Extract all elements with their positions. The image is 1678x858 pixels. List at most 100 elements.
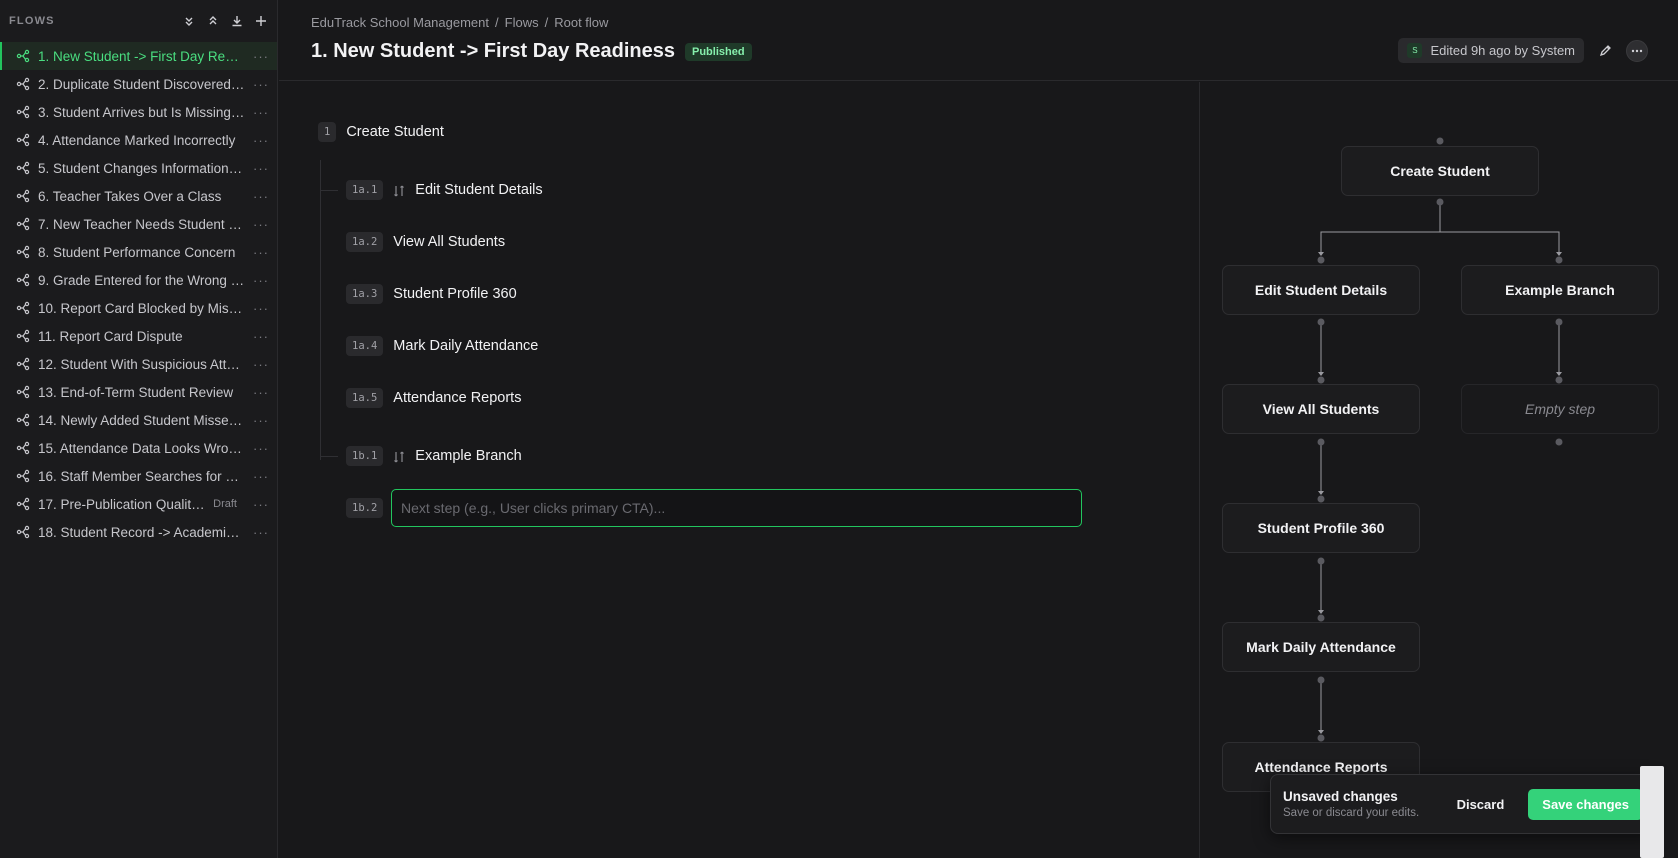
flow-item-label: 12. Student With Suspicious Attendance [38, 356, 245, 372]
page-title: 1. New Student -> First Day Readiness [311, 40, 675, 62]
arrowhead [1318, 491, 1324, 495]
connector-dot [1317, 495, 1325, 503]
sidebar-flow-item[interactable]: 18. Student Record -> Academic History ··… [0, 518, 277, 546]
sidebar-flow-item[interactable]: 6. Teacher Takes Over a Class ··· [0, 182, 277, 210]
flow-canvas[interactable]: Create Student Edit Student Details Exam… [1201, 82, 1678, 858]
sidebar-flow-item[interactable]: 3. Student Arrives but Is Missing From S… [0, 98, 277, 126]
step-1b-1[interactable]: 1b.1 Example Branch [346, 446, 522, 466]
sidebar-flow-item[interactable]: 14. Newly Added Student Missed Attendanc… [0, 406, 277, 434]
add-flow-icon[interactable] [254, 14, 268, 28]
unsaved-changes-toast: Unsaved changes Save or discard your edi… [1270, 774, 1656, 834]
step-root[interactable]: 1 Create Student [318, 122, 444, 142]
more-icon[interactable]: ··· [253, 525, 269, 540]
step-1a-2[interactable]: 1a.2 View All Students [346, 232, 505, 252]
more-icon[interactable]: ··· [253, 329, 269, 344]
flow-item-label: 7. New Teacher Needs Student Context [38, 216, 245, 232]
node-example-branch[interactable]: Example Branch [1461, 265, 1659, 315]
flow-icon [16, 301, 30, 315]
node-empty-step[interactable]: Empty step [1461, 384, 1659, 434]
connector-dot [1317, 318, 1325, 326]
flow-icon [16, 441, 30, 455]
sidebar-flow-item[interactable]: 10. Report Card Blocked by Missing Data ·… [0, 294, 277, 322]
more-icon[interactable]: ··· [253, 189, 269, 204]
flow-item-label: 11. Report Card Dispute [38, 328, 183, 344]
more-icon[interactable]: ··· [253, 441, 269, 456]
status-badge: Published [685, 42, 752, 61]
edit-pencil-icon[interactable] [1594, 40, 1616, 62]
sidebar-flow-item[interactable]: 2. Duplicate Student Discovered Later ··· [0, 70, 277, 98]
breadcrumb-sep: / [495, 15, 499, 30]
sidebar-flow-item[interactable]: 7. New Teacher Needs Student Context ··· [0, 210, 277, 238]
step-1a-1[interactable]: 1a.1 Edit Student Details [346, 180, 543, 200]
more-icon[interactable]: ··· [253, 301, 269, 316]
collapse-all-icon[interactable] [182, 14, 196, 28]
step-number: 1b.1 [346, 446, 384, 466]
breadcrumb-project[interactable]: EduTrack School Management [311, 15, 489, 30]
more-icon[interactable]: ··· [253, 357, 269, 372]
more-icon[interactable]: ··· [253, 273, 269, 288]
more-icon[interactable]: ··· [253, 133, 269, 148]
flow-item-label: 3. Student Arrives but Is Missing From S… [38, 104, 245, 120]
step-number: 1a.5 [346, 388, 384, 408]
breadcrumb-root-flow[interactable]: Root flow [554, 15, 608, 30]
more-icon[interactable]: ··· [253, 217, 269, 232]
connector-dot [1317, 614, 1325, 622]
breadcrumb-sep: / [544, 15, 549, 30]
sidebar-flow-item[interactable]: 15. Attendance Data Looks Wrong in Repor… [0, 434, 277, 462]
sidebar-header: FLOWS [0, 0, 277, 42]
flow-icon [16, 525, 30, 539]
connector-dot [1317, 676, 1325, 684]
node-view-all-students[interactable]: View All Students [1222, 384, 1420, 434]
connector-dot [1436, 137, 1444, 145]
more-icon[interactable]: ··· [253, 385, 269, 400]
more-icon[interactable]: ··· [253, 497, 269, 512]
step-1a-3[interactable]: 1a.3 Student Profile 360 [346, 284, 517, 304]
sidebar-flow-item[interactable]: 12. Student With Suspicious Attendance ··… [0, 350, 277, 378]
sidebar-flow-item[interactable]: 11. Report Card Dispute ··· [0, 322, 277, 350]
next-step-input[interactable] [391, 489, 1082, 527]
flow-icon [16, 105, 30, 119]
more-icon[interactable]: ··· [253, 105, 269, 120]
node-mark-daily-attendance[interactable]: Mark Daily Attendance [1222, 622, 1420, 672]
sidebar-flow-item[interactable]: 5. Student Changes Information Mid-Term ·… [0, 154, 277, 182]
sidebar-flow-item[interactable]: 4. Attendance Marked Incorrectly ··· [0, 126, 277, 154]
more-icon[interactable]: ··· [253, 49, 269, 64]
flow-icon [16, 273, 30, 287]
tree-branch-line [320, 190, 338, 191]
flow-item-label: 15. Attendance Data Looks Wrong in Repor… [38, 440, 245, 456]
sidebar-flow-item[interactable]: 9. Grade Entered for the Wrong Student ··… [0, 266, 277, 294]
node-student-profile-360[interactable]: Student Profile 360 [1222, 503, 1420, 553]
arrowhead [1318, 252, 1324, 256]
more-icon[interactable]: ··· [253, 413, 269, 428]
branch-icon [393, 450, 405, 463]
download-icon[interactable] [230, 14, 244, 28]
more-icon[interactable]: ··· [253, 469, 269, 484]
sidebar-flow-item[interactable]: 8. Student Performance Concern ··· [0, 238, 277, 266]
sidebar-flow-item[interactable]: 17. Pre-Publication Quality Check Draft ··… [0, 490, 277, 518]
flows-sidebar: FLOWS 1. New Student -> First Day Readin… [0, 0, 278, 858]
sidebar-flow-item[interactable]: 13. End-of-Term Student Review ··· [0, 378, 277, 406]
connector-dot [1555, 256, 1563, 264]
more-icon[interactable]: ··· [253, 245, 269, 260]
tree-line [320, 160, 321, 460]
draft-badge: Draft [213, 498, 237, 510]
discard-button[interactable]: Discard [1445, 789, 1517, 820]
flow-item-label: 16. Staff Member Searches for a Student [38, 468, 245, 484]
step-1a-5[interactable]: 1a.5 Attendance Reports [346, 388, 521, 408]
connector-dot [1317, 557, 1325, 565]
expand-all-icon[interactable] [206, 14, 220, 28]
step-1a-4[interactable]: 1a.4 Mark Daily Attendance [346, 336, 538, 356]
node-edit-student-details[interactable]: Edit Student Details [1222, 265, 1420, 315]
flow-icon [16, 385, 30, 399]
sidebar-flow-item[interactable]: 1. New Student -> First Day Readiness ··· [0, 42, 277, 70]
more-icon[interactable]: ··· [253, 77, 269, 92]
more-options-icon[interactable] [1626, 39, 1648, 62]
node-create-student[interactable]: Create Student [1341, 146, 1539, 196]
more-icon[interactable]: ··· [253, 161, 269, 176]
sidebar-flow-item[interactable]: 16. Staff Member Searches for a Student ·… [0, 462, 277, 490]
save-changes-button[interactable]: Save changes [1528, 788, 1643, 820]
step-number: 1a.2 [346, 232, 384, 252]
flow-list: 1. New Student -> First Day Readiness ···… [0, 42, 277, 546]
corner-widget[interactable] [1640, 766, 1664, 858]
breadcrumb-flows[interactable]: Flows [505, 15, 539, 30]
